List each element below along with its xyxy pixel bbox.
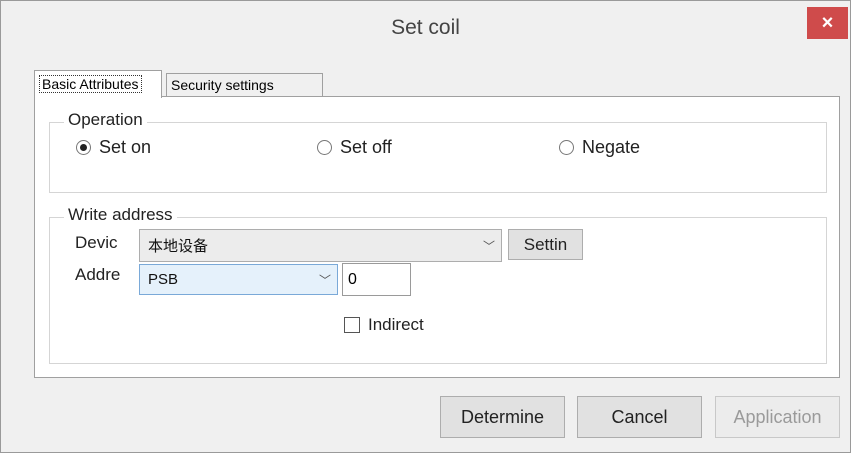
title-bar: Set coil ×	[1, 1, 850, 61]
device-label: Devic	[75, 233, 118, 252]
chevron-down-icon: ﹀	[318, 273, 331, 287]
indirect-label: Indirect	[368, 315, 424, 334]
determine-button[interactable]: Determine	[440, 396, 565, 438]
device-select[interactable]: 本地设备 ﹀	[139, 229, 502, 262]
write-address-group: Write address Devic 本地设备 ﹀ Settin Addre …	[49, 205, 827, 364]
chevron-down-icon: ﹀	[482, 239, 495, 253]
address-value-input[interactable]: 0	[342, 263, 411, 296]
setting-button[interactable]: Settin	[508, 229, 583, 260]
operation-group: Operation Set on Set off Negate	[49, 110, 827, 193]
write-address-group-title: Write address	[64, 205, 177, 225]
dialog-title: Set coil	[391, 16, 460, 39]
radio-set-off-indicator[interactable]	[317, 140, 332, 155]
tab-security-settings[interactable]: Security settings	[166, 73, 323, 97]
tab-security-settings-label: Security settings	[171, 77, 274, 93]
operation-group-title: Operation	[64, 110, 147, 130]
radio-set-off[interactable]: Set off	[317, 137, 392, 158]
set-coil-dialog: Set coil × Basic Attributes Security set…	[0, 0, 851, 453]
indirect-checkbox-row[interactable]: Indirect	[344, 315, 424, 335]
radio-set-on-label: Set on	[99, 137, 152, 157]
indirect-checkbox[interactable]	[344, 317, 360, 333]
address-type-select[interactable]: PSB ﹀	[139, 264, 338, 295]
radio-set-on[interactable]: Set on	[76, 137, 151, 158]
tab-basic-attributes-label: Basic Attributes	[39, 75, 142, 93]
application-button[interactable]: Application	[715, 396, 840, 438]
close-icon: ×	[821, 12, 834, 34]
tab-panel: Operation Set on Set off Negate Write ad…	[34, 96, 840, 378]
radio-negate[interactable]: Negate	[559, 137, 640, 158]
tab-basic-attributes[interactable]: Basic Attributes	[34, 70, 162, 98]
radio-set-off-label: Set off	[340, 137, 392, 157]
device-select-value: 本地设备	[148, 238, 209, 255]
close-button[interactable]: ×	[807, 7, 848, 39]
cancel-button[interactable]: Cancel	[577, 396, 702, 438]
address-label: Addre	[75, 265, 121, 284]
radio-set-on-indicator[interactable]	[76, 140, 91, 155]
address-type-value: PSB	[148, 271, 179, 288]
radio-negate-label: Negate	[582, 137, 641, 157]
radio-negate-indicator[interactable]	[559, 140, 574, 155]
